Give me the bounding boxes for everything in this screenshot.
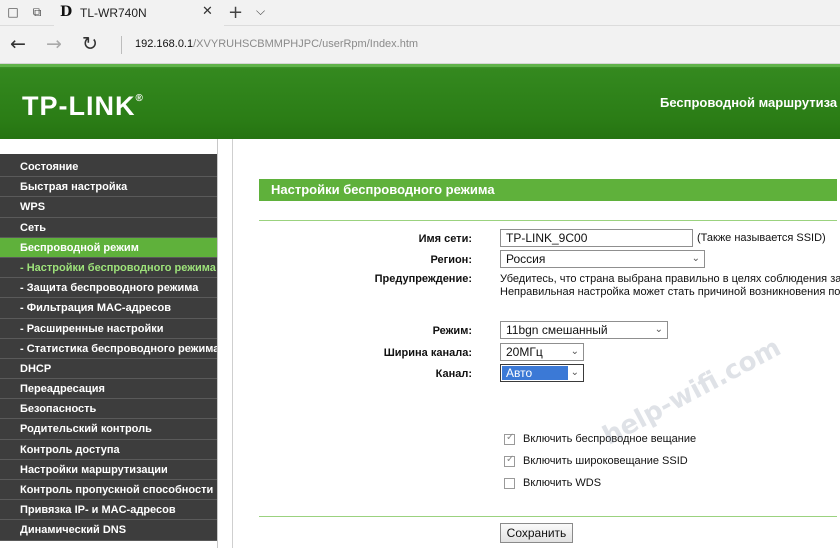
chevron-down-icon: ⌄: [691, 253, 700, 264]
region-value: Россия: [506, 252, 546, 266]
new-tab-icon[interactable]: +: [228, 2, 243, 23]
browser-tab-bar: □ ⧉ D TL-WR740N ✕ + ⌵: [0, 0, 840, 26]
mode-select[interactable]: 11bgn смешанный ⌄: [500, 321, 668, 339]
mode-label: Режим:: [432, 325, 472, 337]
sidebar-item-status[interactable]: Состояние: [0, 157, 217, 178]
chevron-down-icon: ⌄: [570, 346, 579, 357]
tab-title: TL-WR740N: [80, 6, 147, 20]
save-button[interactable]: Сохранить: [500, 523, 573, 543]
ssid-input[interactable]: TP-LINK_9C00: [500, 229, 693, 247]
channel-width-select[interactable]: 20МГц ⌄: [500, 343, 584, 361]
sidebar-item-wireless-settings[interactable]: - Настройки беспроводного режима: [0, 257, 217, 279]
sidebar-item-access-control[interactable]: Контроль доступа: [0, 439, 217, 460]
browser-tab[interactable]: D TL-WR740N ✕: [54, 0, 224, 26]
sidebar-item-wps[interactable]: WPS: [0, 197, 217, 218]
tab-preview-icon[interactable]: ⧉: [30, 5, 44, 19]
sidebar-item-dynamic-dns[interactable]: Динамический DNS: [0, 520, 217, 541]
section-divider-bottom: [259, 516, 837, 517]
sidebar-item-security[interactable]: Безопасность: [0, 399, 217, 420]
region-select[interactable]: Россия ⌄: [500, 250, 705, 268]
warning-text-line1: Убедитесь, что страна выбрана правильно …: [500, 273, 840, 285]
tplink-logo: TP-LINK®: [22, 91, 144, 122]
header-top-line: [0, 64, 840, 67]
sidebar-item-advanced[interactable]: - Расширенные настройки: [0, 318, 217, 339]
ssid-note: (Также называется SSID): [697, 232, 826, 244]
wds-checkbox[interactable]: [504, 478, 515, 489]
logo-text: TP-LINK: [22, 91, 136, 121]
product-title: Беспроводной маршрутиза: [660, 95, 838, 110]
favicon-icon: D: [60, 4, 73, 20]
url-path: /XVYRUHSCBMMPHJPC/userRpm/Index.htm: [193, 38, 419, 50]
ssid-label: Имя сети:: [418, 233, 472, 245]
sidebar-item-mac-filtering[interactable]: - Фильтрация MAC-адресов: [0, 298, 217, 319]
url-host: 192.168.0.1: [135, 38, 194, 50]
channel-value: Авто: [502, 366, 568, 380]
forward-icon[interactable]: →: [46, 34, 62, 54]
sidebar: Состояние Быстрая настройка WPS Сеть Бес…: [0, 139, 230, 548]
tabs-aside-icon[interactable]: □: [6, 5, 20, 19]
region-label: Регион:: [430, 254, 472, 266]
url-field[interactable]: 192.168.0.1/XVYRUHSCBMMPHJPC/userRpm/Ind…: [135, 38, 418, 50]
sidebar-divider: [217, 139, 230, 548]
back-icon[interactable]: ←: [10, 34, 26, 54]
sidebar-item-wireless[interactable]: Беспроводной режим: [0, 237, 217, 258]
sidebar-item-bandwidth-control[interactable]: Контроль пропускной способности: [0, 480, 217, 501]
section-divider-top: [259, 220, 837, 221]
section-title: Настройки беспроводного режима: [271, 182, 495, 197]
chevron-down-icon: ⌄: [570, 367, 579, 378]
chevron-down-icon: ⌄: [654, 324, 663, 335]
channel-width-value: 20МГц: [506, 345, 543, 359]
sidebar-item-network[interactable]: Сеть: [0, 217, 217, 238]
address-separator: [121, 36, 122, 54]
wds-label: Включить WDS: [523, 477, 602, 489]
sidebar-item-ip-mac-binding[interactable]: Привязка IP- и MAC-адресов: [0, 500, 217, 521]
sidebar-item-parental-control[interactable]: Родительский контроль: [0, 419, 217, 440]
mode-value: 11bgn смешанный: [506, 323, 608, 337]
close-tab-icon[interactable]: ✕: [202, 4, 213, 19]
sidebar-item-wireless-stats[interactable]: - Статистика беспроводного режима: [0, 338, 217, 359]
warning-text-line2: Неправильная настройка может стать причи…: [500, 286, 840, 298]
registered-mark: ®: [135, 93, 144, 104]
sidebar-item-forwarding[interactable]: Переадресация: [0, 379, 217, 400]
section-header: Настройки беспроводного режима: [259, 179, 837, 201]
sidebar-item-quick-setup[interactable]: Быстрая настройка: [0, 177, 217, 198]
chevron-down-icon[interactable]: ⌵: [256, 4, 265, 19]
address-bar: ← → ↻ 192.168.0.1/XVYRUHSCBMMPHJPC/userR…: [0, 26, 840, 64]
channel-width-label: Ширина канала:: [383, 347, 472, 359]
ssid-broadcast-checkbox[interactable]: [504, 454, 515, 467]
sidebar-item-dhcp[interactable]: DHCP: [0, 358, 217, 380]
warning-label: Предупреждение:: [374, 273, 472, 285]
sidebar-item-wireless-security[interactable]: - Защита беспроводного режима: [0, 278, 217, 299]
channel-label: Канал:: [435, 368, 472, 380]
channel-select[interactable]: Авто ⌄: [500, 364, 584, 382]
broadcast-checkbox[interactable]: [504, 432, 515, 445]
router-header: TP-LINK® Беспроводной маршрутиза: [0, 64, 840, 139]
ssid-broadcast-label: Включить широковещание SSID: [523, 455, 688, 467]
refresh-icon[interactable]: ↻: [82, 34, 98, 54]
sidebar-menu: Состояние Быстрая настройка WPS Сеть Бес…: [0, 157, 217, 541]
sidebar-item-routing[interactable]: Настройки маршрутизации: [0, 459, 217, 480]
